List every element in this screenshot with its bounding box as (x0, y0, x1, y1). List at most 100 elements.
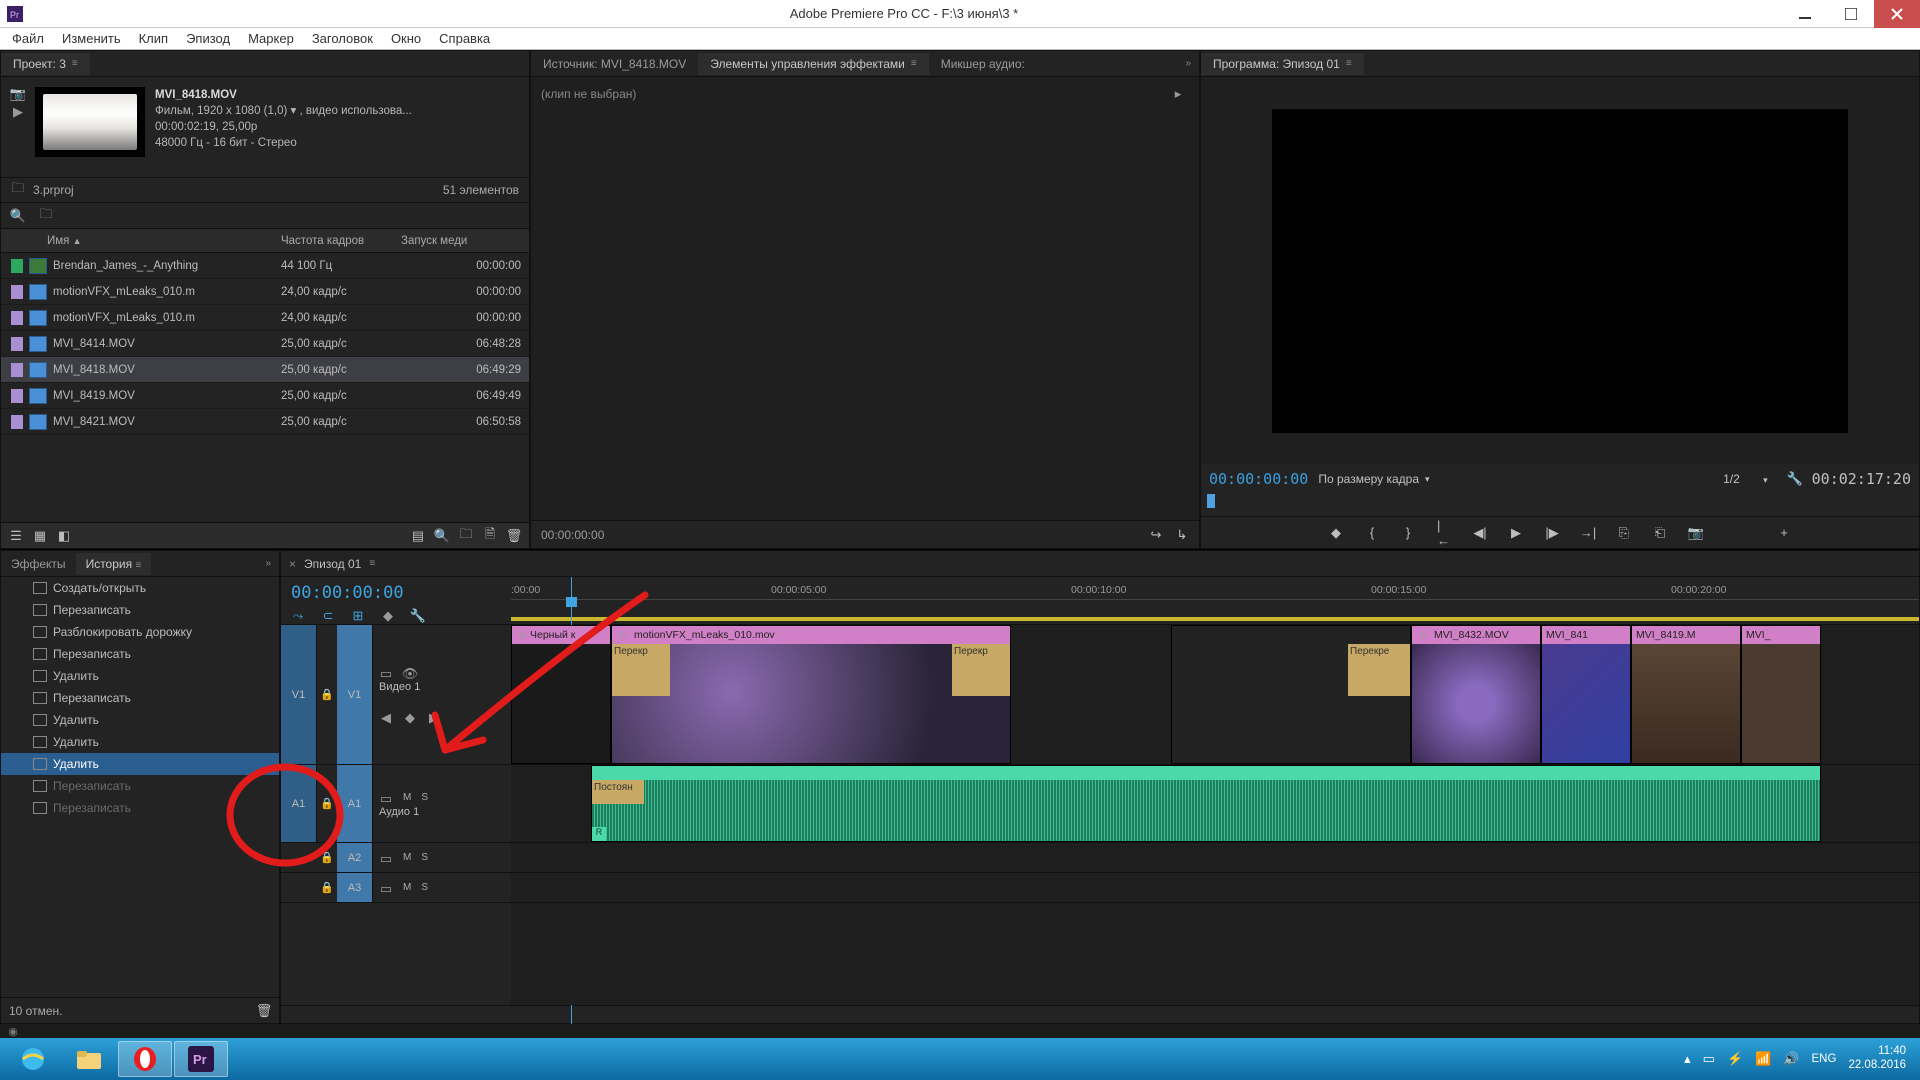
menu-title[interactable]: Заголовок (312, 31, 373, 46)
clip-gap[interactable]: Перекре (1171, 625, 1411, 764)
history-item[interactable]: Удалить (1, 665, 279, 687)
keyframe-add-icon[interactable]: ◆ (403, 711, 417, 725)
window-close-button[interactable] (1874, 0, 1920, 28)
toggle-output-icon[interactable]: ▭ (379, 792, 393, 806)
new-bin-icon[interactable]: 🗀 (459, 529, 473, 543)
transition-crossdissolve[interactable]: Перекре (1348, 644, 1410, 696)
toggle-output-icon[interactable]: ▭ (379, 852, 393, 866)
program-fit-dropdown[interactable]: По размеру кадра ▾ (1318, 472, 1429, 486)
mark-in-icon[interactable]: ◆ (1329, 526, 1343, 540)
menu-file[interactable]: Файл (12, 31, 44, 46)
history-item[interactable]: Перезаписать (1, 775, 279, 797)
effects-tab[interactable]: Эффекты (1, 553, 76, 575)
track-source-v1[interactable]: V1 (281, 625, 317, 764)
track-lane-a2[interactable] (511, 843, 1919, 873)
track-header-v1[interactable]: V1 🔒 V1 ▭👁 Видео 1 ◀◆▶ (281, 625, 511, 765)
project-row[interactable]: motionVFX_mLeaks_010.m 24,00 кадр/с 00:0… (1, 305, 529, 331)
program-tab[interactable]: Программа: Эпизод 01 ≡ (1201, 53, 1364, 75)
list-view-icon[interactable]: ☰ (9, 529, 23, 543)
panel-menu-icon[interactable]: ≡ (911, 58, 917, 69)
label-swatch[interactable] (11, 363, 23, 377)
wrench-icon[interactable]: 🔧 (1788, 472, 1802, 486)
go-to-in-icon[interactable]: |← (1437, 526, 1451, 540)
lock-icon[interactable]: 🔒 (317, 765, 337, 842)
taskbar-opera[interactable] (118, 1041, 172, 1077)
filter-bin-icon[interactable]: 🗀 (39, 209, 53, 223)
program-scrubber[interactable] (1207, 494, 1913, 512)
history-item[interactable]: Удалить (1, 753, 279, 775)
export-frame-icon[interactable]: 📷 (1689, 526, 1703, 540)
source-tab[interactable]: Источник: MVI_8418.MOV (531, 53, 698, 75)
track-lane-a3[interactable] (511, 873, 1919, 903)
label-swatch[interactable] (11, 311, 23, 325)
history-item[interactable]: Перезаписать (1, 797, 279, 819)
tray-overflow-icon[interactable]: ▴ (1684, 1051, 1691, 1067)
lock-icon[interactable]: 🔒 (317, 843, 337, 872)
project-row[interactable]: MVI_8418.MOV 25,00 кадр/с 06:49:29 (1, 357, 529, 383)
timeline-timecode[interactable]: 00:00:00:00 (291, 583, 501, 603)
project-tab[interactable]: Проект: 3≡ (1, 53, 90, 75)
label-swatch[interactable] (11, 285, 23, 299)
track-target-v1[interactable]: V1 (337, 625, 373, 764)
new-item-icon[interactable]: 🗎 (483, 529, 497, 543)
clip-mvi-8419[interactable]: MVI_8419.M (1631, 625, 1741, 764)
clip-audio[interactable]: Постоян R (591, 765, 1821, 842)
window-minimize-button[interactable] (1782, 0, 1828, 28)
timeline-tracks[interactable]: fxЧерный к fxmotionVFX_mLeaks_010.mov Пе… (511, 625, 1919, 1005)
play-icon[interactable]: ▶ (1509, 526, 1523, 540)
track-lane-v1[interactable]: fxЧерный к fxmotionVFX_mLeaks_010.mov Пе… (511, 625, 1919, 765)
bracket-in-icon[interactable]: { (1365, 526, 1379, 540)
track-header-a2[interactable]: 🔒 A2 ▭MS (281, 843, 511, 873)
tray-network-icon[interactable]: 📶 (1755, 1051, 1771, 1067)
clip-motionvfx[interactable]: fxmotionVFX_mLeaks_010.mov Перекр Перекр (611, 625, 1011, 764)
bracket-out-icon[interactable]: } (1401, 526, 1415, 540)
history-item[interactable]: Создать/открыть (1, 577, 279, 599)
track-header-a3[interactable]: 🔒 A3 ▭MS (281, 873, 511, 903)
project-row[interactable]: motionVFX_mLeaks_010.m 24,00 кадр/с 00:0… (1, 279, 529, 305)
audio-mixer-tab[interactable]: Микшер аудио: (929, 53, 1037, 75)
lock-icon[interactable]: 🔒 (317, 625, 337, 764)
clip-thumbnail[interactable] (35, 87, 145, 157)
taskbar-ie[interactable] (6, 1041, 60, 1077)
toggle-output-icon[interactable]: ▭ (379, 667, 393, 681)
program-resolution-dropdown[interactable]: 1/2 ▾ (1723, 472, 1768, 486)
history-item[interactable]: Перезаписать (1, 687, 279, 709)
window-maximize-button[interactable] (1828, 0, 1874, 28)
marker-icon[interactable]: ◆ (381, 609, 395, 623)
history-item[interactable]: Разблокировать дорожку (1, 621, 279, 643)
transition-crossdissolve[interactable]: Перекр (612, 644, 670, 696)
menu-sequence[interactable]: Эпизод (186, 31, 230, 46)
tab-overflow-icon[interactable]: » (1185, 58, 1199, 69)
track-target-a2[interactable]: A2 (337, 843, 373, 872)
menu-clip[interactable]: Клип (139, 31, 168, 46)
panel-menu-icon[interactable]: ≡ (1346, 58, 1352, 69)
tab-overflow-icon[interactable]: » (265, 558, 279, 569)
menu-window[interactable]: Окно (391, 31, 421, 46)
program-timecode-left[interactable]: 00:00:00:00 (1209, 470, 1308, 488)
bin-icon[interactable]: 🗀 (11, 183, 25, 197)
transition-crossdissolve[interactable]: Перекр (952, 644, 1010, 696)
extract-icon[interactable]: ⎗ (1653, 526, 1667, 540)
track-target-a3[interactable]: A3 (337, 873, 373, 902)
panel-menu-icon[interactable]: ≡ (135, 560, 141, 571)
timeline-ruler[interactable]: :00:0000:00:05:0000:00:10:0000:00:15:000… (511, 577, 1919, 624)
project-row[interactable]: MVI_8414.MOV 25,00 кадр/с 06:48:28 (1, 331, 529, 357)
transition-constant-power[interactable]: Постоян (592, 780, 644, 804)
find-icon[interactable]: 🔍 (435, 529, 449, 543)
icon-view-icon[interactable]: ▦ (33, 529, 47, 543)
lift-icon[interactable]: ⎘ (1617, 526, 1631, 540)
history-item[interactable]: Перезаписать (1, 599, 279, 621)
keyframe-next-icon[interactable]: ▶ (427, 711, 441, 725)
taskbar-explorer[interactable] (62, 1041, 116, 1077)
search-icon[interactable]: 🔍 (11, 209, 25, 223)
project-row[interactable]: MVI_8421.MOV 25,00 кадр/с 06:50:58 (1, 409, 529, 435)
effect-controls-tab[interactable]: Элементы управления эффектами ≡ (698, 53, 928, 75)
close-tab-icon[interactable]: × (281, 557, 304, 571)
label-swatch[interactable] (11, 415, 23, 429)
insert-icon[interactable]: ↪ (1149, 528, 1163, 542)
tray-clock[interactable]: 11:40 22.08.2016 (1848, 1045, 1914, 1073)
toggle-output-icon[interactable]: ▭ (379, 882, 393, 896)
automate-icon[interactable]: ▤ (411, 529, 425, 543)
play-icon[interactable]: ▶ (11, 105, 25, 119)
project-row[interactable]: Brendan_James_-_Anything 44 100 Гц 00:00… (1, 253, 529, 279)
